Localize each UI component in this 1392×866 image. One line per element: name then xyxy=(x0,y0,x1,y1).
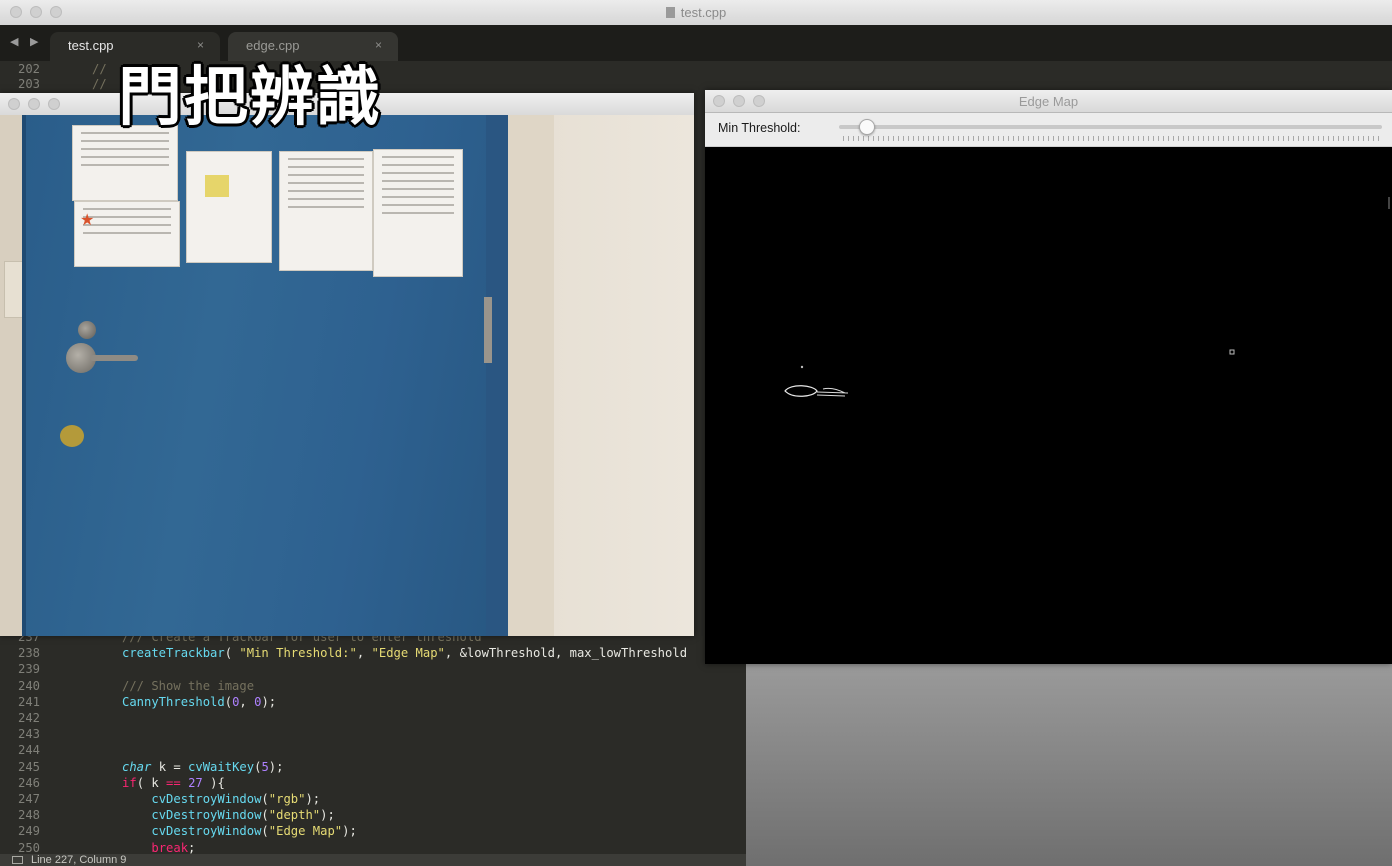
minimize-window-button[interactable] xyxy=(28,98,40,110)
line-number: 247 xyxy=(17,792,40,806)
edge-contour xyxy=(784,385,818,397)
line-number: 238 xyxy=(17,646,40,661)
slider-ticks xyxy=(843,136,1383,141)
code-text: char k = cvWaitKey(5); xyxy=(122,759,284,774)
line-number: 248 xyxy=(17,808,40,823)
door-hinge xyxy=(484,297,492,363)
edge-map-title: Edge Map xyxy=(1018,94,1079,109)
min-threshold-slider[interactable] xyxy=(839,125,1382,129)
edge-point xyxy=(800,365,804,369)
code-text: // xyxy=(92,62,115,76)
door-lock-cylinder xyxy=(78,321,96,339)
tab-label: test.cpp xyxy=(68,38,114,53)
line-number: 242 xyxy=(17,711,40,725)
tab-test-cpp[interactable]: test.cpp × xyxy=(50,32,220,61)
tab-label: edge.cpp xyxy=(246,38,300,53)
editor-titlebar: test.cpp xyxy=(0,0,1392,26)
line-number: 244 xyxy=(17,743,40,758)
line-number: 243 xyxy=(17,727,40,742)
code-text: cvDestroyWindow("Edge Map"); xyxy=(151,824,357,839)
line-number: 241 xyxy=(17,694,40,709)
cursor-position: Line 227, Column 9 xyxy=(31,854,127,866)
camera-window[interactable]: ★ xyxy=(0,93,694,636)
door-jamb xyxy=(508,115,554,636)
window-title: test.cpp xyxy=(0,5,1392,20)
line-number: 202 xyxy=(17,62,40,76)
line-number: 249 xyxy=(17,824,40,839)
star-icon: ★ xyxy=(80,210,95,229)
edge-detection-output xyxy=(784,197,1390,397)
edge-map-canvas xyxy=(705,147,1392,664)
close-icon[interactable]: × xyxy=(375,38,382,52)
notice-paper xyxy=(186,151,272,263)
edge-map-titlebar: Edge Map xyxy=(705,90,1392,113)
code-text: cvDestroyWindow("rgb"); xyxy=(151,792,321,806)
code-text: cvDestroyWindow("depth"); xyxy=(151,808,335,823)
edge-mark xyxy=(1388,197,1390,209)
tab-nav-arrows-icon[interactable]: ◀ ▶ xyxy=(10,35,42,48)
door-sticker xyxy=(60,425,84,447)
edge-map-window[interactable]: Edge Map Min Threshold: xyxy=(705,90,1392,664)
camera-feed: ★ xyxy=(0,115,694,636)
slider-thumb[interactable] xyxy=(859,119,876,135)
close-window-button[interactable] xyxy=(8,98,20,110)
edge-point xyxy=(1229,349,1235,355)
door-handle-lever xyxy=(90,355,138,361)
trackbar-label: Min Threshold: xyxy=(718,121,801,135)
line-number: 246 xyxy=(17,775,40,790)
line-number: 245 xyxy=(17,759,40,774)
trackbar-row: Min Threshold: xyxy=(705,113,1392,147)
zoom-window-button[interactable] xyxy=(48,98,60,110)
sticky-note xyxy=(205,175,229,197)
notice-paper xyxy=(373,149,463,277)
tab-bar: ◀ ▶ test.cpp × edge.cpp × xyxy=(0,25,1392,61)
line-number: 239 xyxy=(17,662,40,677)
code-text: // xyxy=(92,77,115,91)
edge-contour xyxy=(816,387,849,397)
line-number: 240 xyxy=(17,678,40,693)
panel-toggle-icon[interactable] xyxy=(12,856,23,864)
line-number: 203 xyxy=(17,77,40,91)
notice-paper xyxy=(279,151,373,271)
document-icon xyxy=(665,7,675,18)
code-text: createTrackbar( "Min Threshold:", "Edge … xyxy=(122,646,688,661)
close-icon[interactable]: × xyxy=(197,38,204,52)
status-bar: Line 227, Column 9 xyxy=(0,854,746,866)
desktop-background xyxy=(746,664,1392,866)
notice-paper xyxy=(72,125,178,201)
door-frame xyxy=(486,115,508,636)
video-subtitle: 門把辨識 xyxy=(118,61,382,135)
code-text: if( k == 27 ){ xyxy=(122,775,225,790)
code-text: CannyThreshold(0, 0); xyxy=(122,694,277,709)
tab-edge-cpp[interactable]: edge.cpp × xyxy=(228,32,398,61)
code-text: /// Show the image xyxy=(122,678,255,693)
